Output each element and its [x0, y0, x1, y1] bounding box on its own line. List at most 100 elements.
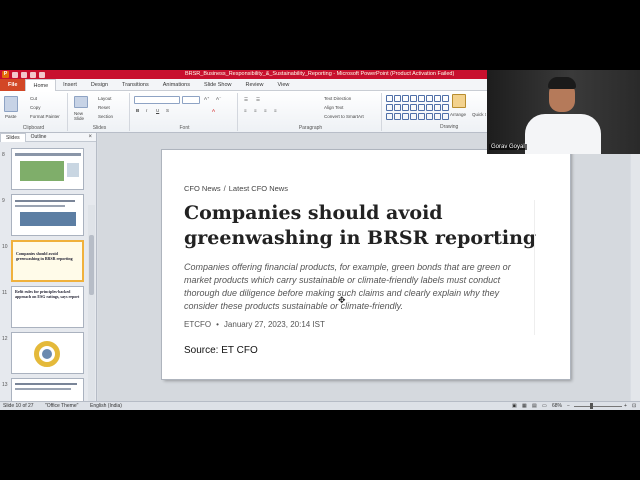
numbering-icon[interactable]: ☰ [256, 97, 260, 103]
editor-scrollbar[interactable]: ▲ [631, 133, 640, 401]
presenter-name: Gorav Goyal [489, 144, 527, 150]
article-date: January 27, 2023, 20:14 IST [223, 320, 325, 329]
slide-thumbnail-selected[interactable]: 10 Companies should avoid greenwashing i… [0, 240, 96, 284]
slide-number: 12 [2, 336, 8, 342]
new-slide-icon[interactable] [74, 96, 88, 108]
tab-animations[interactable]: Animations [156, 79, 197, 91]
paste-button[interactable]: Paste [5, 114, 17, 119]
layout-button[interactable]: Layout [98, 96, 112, 101]
slide-thumbnail[interactable]: 9 [0, 194, 96, 238]
tab-slides[interactable]: Slides [0, 133, 26, 142]
thumbnail-frame [11, 148, 84, 190]
slide-thumbnail[interactable]: 12 [0, 332, 96, 376]
section-button[interactable]: Section [98, 114, 113, 119]
tab-design[interactable]: Design [84, 79, 115, 91]
tab-insert[interactable]: Insert [56, 79, 84, 91]
arrange-icon[interactable] [452, 94, 466, 108]
font-color-icon[interactable]: A [212, 108, 215, 113]
align-text-button[interactable]: Align Text [324, 105, 343, 110]
copy-button[interactable]: Copy [30, 105, 41, 110]
ribbon: Paste Cut Copy Format Painter Clipboard … [0, 91, 488, 133]
slides-label: Slides [92, 125, 107, 131]
ribbon-tab-bar: File Home Insert Design Transitions Anim… [0, 78, 488, 91]
align-right-icon[interactable]: ≡ [264, 108, 267, 113]
breadcrumb-item: Latest CFO News [228, 184, 288, 193]
justify-icon[interactable]: ≡ [274, 108, 277, 113]
arrange-button[interactable]: Arrange [450, 112, 466, 117]
shrink-font-icon[interactable]: A⁻ [216, 96, 221, 102]
clipboard-group: Paste Cut Copy Format Painter Clipboard [0, 93, 68, 131]
bold-icon[interactable]: B [136, 108, 139, 113]
slide-editing-area: CFO News / Latest CFO News Companies shoul… [98, 133, 630, 401]
status-bar: Slide 10 of 27 "Office Theme" English (I… [0, 401, 640, 410]
breadcrumb-separator: / [223, 184, 226, 193]
close-pane-icon[interactable]: × [88, 134, 92, 140]
slide-thumbnail[interactable]: 8 [0, 148, 96, 192]
theme-name: "Office Theme" [45, 403, 79, 409]
thumbnail-title: Refit rules for principles-backed approa… [15, 289, 80, 299]
zoom-slider-handle[interactable] [590, 403, 593, 409]
tab-home[interactable]: Home [25, 78, 57, 91]
fit-slide-icon[interactable]: ⊡ [632, 403, 636, 409]
presenter-body [525, 114, 601, 154]
zoom-slider[interactable] [574, 406, 622, 407]
tab-view[interactable]: View [271, 79, 297, 91]
shapes-gallery[interactable] [386, 95, 449, 121]
underline-icon[interactable]: U [156, 108, 159, 113]
slide-sorter-icon[interactable]: ▦ [522, 403, 527, 409]
normal-view-icon[interactable]: ▣ [512, 403, 517, 409]
save-icon[interactable] [12, 71, 18, 78]
format-painter-button[interactable]: Format Painter [30, 114, 60, 119]
paragraph-group: ☰ ☰ ≡ ≡ ≡ ≡ Text Direction Align Text Co… [240, 93, 382, 131]
slide-number: 11 [2, 290, 8, 296]
pane-tab-bar: Slides Outline × [0, 133, 96, 142]
quick-styles-button[interactable]: Quick Styles [472, 112, 486, 117]
slides-pane: Slides Outline × 8 9 10 Companies should… [0, 133, 97, 401]
slideshow-view-icon[interactable]: ▭ [542, 403, 547, 409]
center-icon[interactable]: ≡ [254, 108, 257, 113]
zoom-in-icon[interactable]: + [624, 403, 627, 409]
thumbnail-title: Companies should avoid greenwashing in B… [16, 251, 73, 261]
tab-review[interactable]: Review [239, 79, 271, 91]
slides-pane-scrollbar[interactable] [88, 205, 95, 401]
paste-icon[interactable] [4, 96, 18, 112]
thumbnail-frame [11, 378, 84, 401]
reset-button[interactable]: Reset [98, 105, 110, 110]
zoom-level[interactable]: 68% [552, 403, 562, 409]
redo-icon[interactable] [30, 71, 36, 78]
text-direction-button[interactable]: Text Direction [324, 96, 351, 101]
reading-view-icon[interactable]: ▤ [532, 403, 537, 409]
tab-file[interactable]: File [0, 78, 26, 91]
slide-thumbnail[interactable]: 13 [0, 378, 96, 401]
font-size-dropdown[interactable] [182, 96, 200, 104]
bullets-icon[interactable]: ☰ [244, 97, 248, 103]
tab-slide-show[interactable]: Slide Show [197, 79, 239, 91]
shadow-icon[interactable]: S [166, 108, 169, 113]
quick-access-toolbar: P [0, 71, 45, 78]
thumbnail-frame: Companies should avoid greenwashing in B… [11, 240, 84, 282]
undo-icon[interactable] [21, 71, 27, 78]
paragraph-label: Paragraph [298, 125, 323, 131]
slide-number: 13 [2, 382, 8, 388]
zoom-out-icon[interactable]: − [567, 403, 570, 409]
scroll-thumb[interactable] [89, 235, 94, 295]
language-indicator[interactable]: English (India) [90, 403, 122, 409]
slide-thumbnail[interactable]: 11 Refit rules for principles-backed app… [0, 286, 96, 330]
current-slide[interactable]: CFO News / Latest CFO News Companies shoul… [162, 150, 570, 379]
tab-outline[interactable]: Outline [26, 134, 52, 140]
thumbnail-frame [11, 194, 84, 236]
powerpoint-window: P BRSR_Business_Responsibility_&_Sustain… [0, 70, 640, 410]
font-name-dropdown[interactable] [134, 96, 180, 104]
new-slide-button[interactable]: New Slide [74, 111, 92, 121]
slide-counter: Slide 10 of 27 [3, 403, 34, 409]
slide-number: 8 [2, 152, 5, 158]
tab-transitions[interactable]: Transitions [115, 79, 156, 91]
clipboard-label: Clipboard [22, 125, 45, 131]
italic-icon[interactable]: I [146, 108, 147, 113]
breadcrumb: CFO News / Latest CFO News [184, 184, 288, 193]
convert-smartart-button[interactable]: Convert to SmartArt [324, 114, 364, 119]
cut-button[interactable]: Cut [30, 96, 37, 101]
start-slideshow-icon[interactable] [39, 71, 45, 78]
align-left-icon[interactable]: ≡ [244, 108, 247, 113]
grow-font-icon[interactable]: A⁺ [204, 96, 209, 102]
